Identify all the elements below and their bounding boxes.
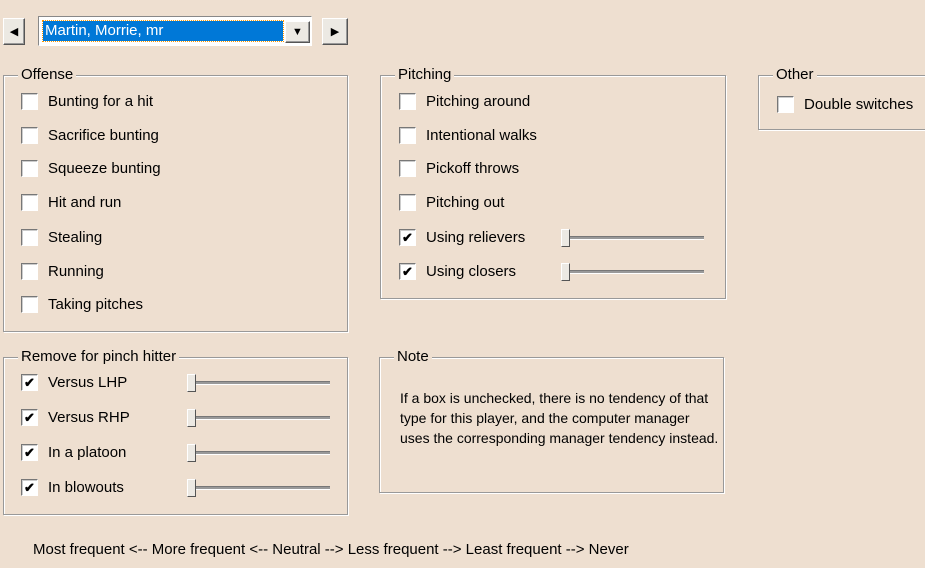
checkbox-label: In a platoon <box>48 443 127 461</box>
checkbox-item[interactable]: Running <box>21 261 104 281</box>
triangle-right-icon: ▶ <box>330 26 340 38</box>
checkbox[interactable]: ✔ <box>21 373 38 391</box>
checkmark-icon: ✔ <box>402 263 413 279</box>
checkbox[interactable] <box>399 159 416 177</box>
checkbox[interactable]: ✔ <box>21 408 38 426</box>
checkbox[interactable]: ✔ <box>21 443 38 461</box>
checkbox-item[interactable]: Stealing <box>21 227 102 247</box>
next-player-button[interactable]: ▶ <box>322 18 348 45</box>
checkbox[interactable]: ✔ <box>399 228 416 246</box>
slider-track <box>187 416 330 420</box>
checkbox[interactable] <box>399 193 416 211</box>
checkbox-item[interactable]: Hit and run <box>21 192 121 212</box>
checkbox-label: Using relievers <box>426 228 526 246</box>
checkmark-icon: ✔ <box>402 229 413 245</box>
checkbox-item[interactable]: ✔ Versus RHP <box>21 407 130 427</box>
checkbox-item[interactable]: Intentional walks <box>399 125 537 145</box>
checkbox-item[interactable]: Pitching out <box>399 192 504 212</box>
slider-thumb[interactable] <box>561 229 570 247</box>
slider-thumb[interactable] <box>187 374 196 392</box>
checkbox-label: Stealing <box>48 228 103 246</box>
previous-player-button[interactable]: ◀ <box>3 18 25 45</box>
checkbox-label: Double switches <box>804 95 914 113</box>
checkbox[interactable]: ✔ <box>399 262 416 280</box>
tendency-slider[interactable] <box>187 374 330 392</box>
checkbox-item[interactable]: ✔ Using relievers <box>399 227 525 247</box>
checkbox-item[interactable]: ✔ In blowouts <box>21 477 124 497</box>
note-text: If a box is unchecked, there is no tende… <box>400 390 719 446</box>
tendency-slider[interactable] <box>187 479 330 497</box>
dropdown-button[interactable]: ▼ <box>285 21 310 43</box>
checkbox-label: Pickoff throws <box>426 159 520 177</box>
checkbox[interactable] <box>21 262 38 280</box>
checkbox-item[interactable]: Double switches <box>777 94 913 114</box>
checkbox-label: Intentional walks <box>426 126 537 144</box>
checkbox-item[interactable]: Squeeze bunting <box>21 158 161 178</box>
slider-track <box>561 236 704 240</box>
tendency-slider[interactable] <box>561 263 704 281</box>
chevron-down-icon: ▼ <box>292 26 303 38</box>
slider-thumb[interactable] <box>187 444 196 462</box>
tendency-slider[interactable] <box>187 409 330 427</box>
slider-track <box>561 270 704 274</box>
frequency-legend: Most frequent <-- More frequent <-- Neut… <box>33 541 629 558</box>
checkbox-item[interactable]: ✔ In a platoon <box>21 442 126 462</box>
slider-track <box>187 486 330 490</box>
checkbox[interactable] <box>21 126 38 144</box>
pinch-hitter-title: Remove for pinch hitter <box>18 348 180 366</box>
checkbox-item[interactable]: Sacrifice bunting <box>21 125 159 145</box>
offense-title: Offense <box>18 66 77 84</box>
checkbox-label: Versus LHP <box>48 373 128 391</box>
checkbox-label: Taking pitches <box>48 295 144 313</box>
checkmark-icon: ✔ <box>24 374 35 390</box>
checkbox-item[interactable]: Pickoff throws <box>399 158 519 178</box>
checkbox-item[interactable]: Taking pitches <box>21 294 143 314</box>
pitching-title: Pitching <box>395 66 455 84</box>
checkbox[interactable] <box>21 92 38 110</box>
checkbox[interactable] <box>399 126 416 144</box>
player-selected-value: Martin, Morrie, mr <box>42 20 284 42</box>
checkbox-label: Sacrifice bunting <box>48 126 159 144</box>
checkbox-label: Using closers <box>426 262 517 280</box>
checkbox-label: Bunting for a hit <box>48 92 154 110</box>
checkbox-label: Squeeze bunting <box>48 159 161 177</box>
checkbox-item[interactable]: ✔ Using closers <box>399 261 516 281</box>
slider-track <box>187 451 330 455</box>
checkbox-label: Versus RHP <box>48 408 130 426</box>
tendency-slider[interactable] <box>187 444 330 462</box>
player-select[interactable]: Martin, Morrie, mr ▼ <box>38 16 312 46</box>
checkbox-label: Pitching out <box>426 193 505 211</box>
checkbox-label: Hit and run <box>48 193 122 211</box>
checkbox-item[interactable]: Pitching around <box>399 91 530 111</box>
checkbox-label: In blowouts <box>48 478 124 496</box>
checkbox-label: Pitching around <box>426 92 531 110</box>
checkbox[interactable]: ✔ <box>21 478 38 496</box>
checkmark-icon: ✔ <box>24 444 35 460</box>
checkbox[interactable] <box>777 95 794 113</box>
slider-thumb[interactable] <box>187 479 196 497</box>
checkbox[interactable] <box>21 228 38 246</box>
checkmark-icon: ✔ <box>24 409 35 425</box>
triangle-left-icon: ◀ <box>9 26 19 38</box>
slider-track <box>187 381 330 385</box>
tendency-slider[interactable] <box>561 229 704 247</box>
checkbox-item[interactable]: Bunting for a hit <box>21 91 153 111</box>
checkmark-icon: ✔ <box>24 479 35 495</box>
checkbox-item[interactable]: ✔ Versus LHP <box>21 372 127 392</box>
slider-thumb[interactable] <box>187 409 196 427</box>
checkbox-label: Running <box>48 262 104 280</box>
slider-thumb[interactable] <box>561 263 570 281</box>
note-group: Note If a box is unchecked, there is no … <box>379 348 724 493</box>
checkbox[interactable] <box>21 295 38 313</box>
checkbox[interactable] <box>21 159 38 177</box>
note-title: Note <box>394 348 432 366</box>
checkbox[interactable] <box>21 193 38 211</box>
other-title: Other <box>773 66 817 84</box>
checkbox[interactable] <box>399 92 416 110</box>
